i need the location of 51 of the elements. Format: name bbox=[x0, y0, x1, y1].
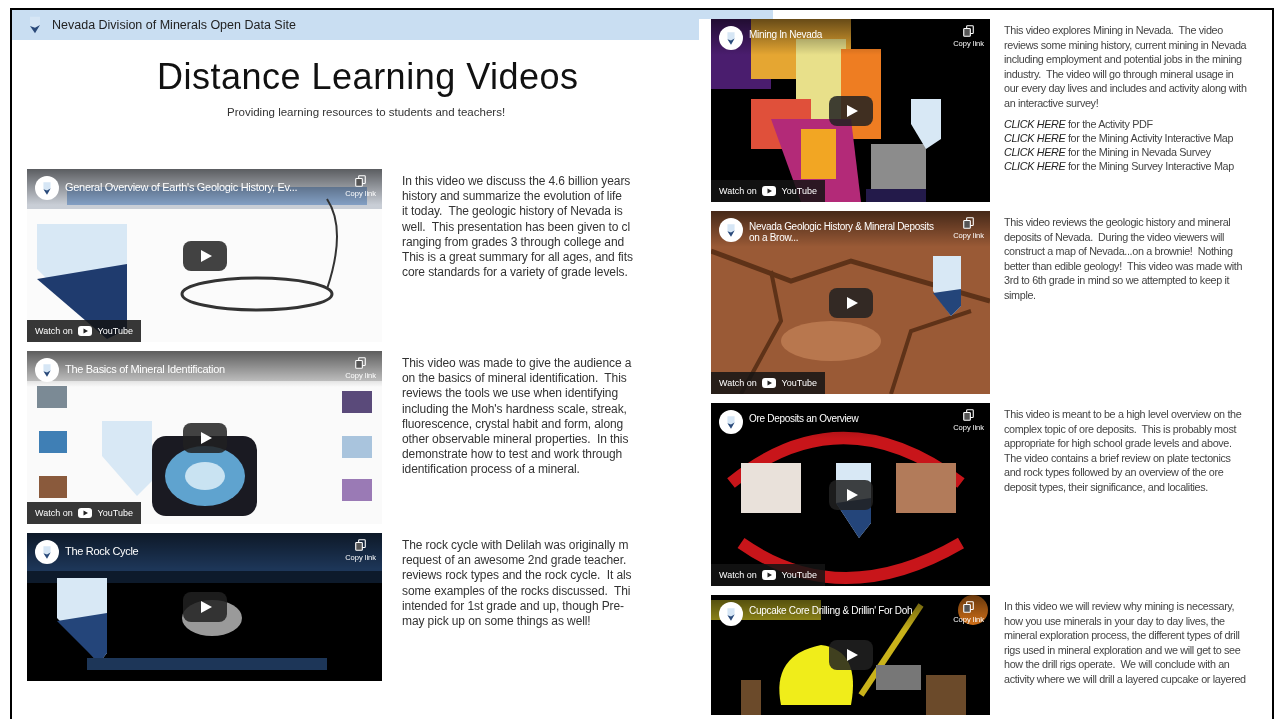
video-title[interactable]: General Overview of Earth's Geologic History, Ev... bbox=[65, 181, 298, 193]
link-description: for the Mining Activity Interactive Map bbox=[1066, 131, 1234, 144]
watch-on-youtube-button[interactable]: Watch on YouTube bbox=[711, 180, 825, 202]
play-logo-icon bbox=[78, 326, 93, 336]
page-subtitle: Providing learning resources to students and teachers! bbox=[227, 106, 507, 118]
shield-logo-icon bbox=[28, 15, 42, 35]
shield-logo-icon bbox=[42, 362, 52, 378]
link-description: for the Mining in Nevada Survey bbox=[1066, 146, 1211, 159]
video-title[interactable]: Mining In Nevada bbox=[749, 29, 823, 40]
copy-icon bbox=[355, 357, 367, 369]
video-description: In this video we will review why mining is necessary, how you use minerals in your day to day lives, the mineral exploration process, the different types of drill rigs used in mineral exploration and we will get to see how the drill rigs operate. We will conclude with an activity where we will drill a layered cupcake or layered bbox=[1004, 599, 1246, 687]
page-title: Distance Learning Videos bbox=[157, 56, 580, 98]
video-description: This video explores Mining in Nevada. The video reviews some mining history, current mining in Nevada including employment and potential jobs in the mining industry. The video will go through mineral usage in our every day lives and includes and activity along with an interactive survey! bbox=[1004, 23, 1247, 111]
copy-icon bbox=[963, 25, 975, 37]
copy-icon bbox=[355, 539, 367, 551]
copy-icon bbox=[963, 601, 975, 613]
click-here-link[interactable]: CLICK HERE bbox=[1004, 131, 1066, 144]
copy-icon bbox=[963, 409, 975, 421]
video-title[interactable]: The Rock Cycle bbox=[65, 545, 139, 557]
click-here-link[interactable]: CLICK HERE bbox=[1004, 117, 1066, 130]
shield-logo-icon bbox=[726, 606, 736, 622]
shield-logo-icon bbox=[726, 222, 736, 238]
shield-logo-icon bbox=[42, 544, 52, 560]
video-description: This video reviews the geologic history and mineral deposits of Nevada. During the video viewers will construct a map of Nevada...on a brownie! Nothing better than edible geology! This video was made with 3rd to 6th grade in mind so we attempted to keep it simple. bbox=[1004, 215, 1243, 303]
watch-on-youtube-button[interactable]: Watch on YouTube bbox=[27, 320, 141, 342]
shield-logo-icon bbox=[42, 180, 52, 196]
link-description: for the Mining Survey Interactive Map bbox=[1066, 160, 1234, 173]
link-description: for the Activity PDF bbox=[1066, 117, 1153, 130]
watch-on-youtube-button[interactable]: Watch on YouTube bbox=[711, 564, 825, 586]
site-title[interactable]: Nevada Division of Minerals Open Data Site bbox=[52, 18, 296, 32]
click-here-link[interactable]: CLICK HERE bbox=[1004, 146, 1066, 159]
video-title[interactable]: Ore Deposits an Overview bbox=[749, 413, 859, 424]
play-logo-icon bbox=[762, 186, 777, 196]
play-button-icon bbox=[828, 640, 873, 670]
video-title[interactable]: Cupcake Core Drilling & Drillin' For Doh bbox=[749, 605, 913, 616]
video-description: This video is meant to be a high level overview on the complex topic of ore deposits. This is probably most appropriate for high school grade levels and above. The video contains a brief review on plate tectonics and rock types followed by an overview of the ore deposit types, their significance, and localities. bbox=[1004, 407, 1242, 495]
shield-logo-icon bbox=[726, 30, 736, 46]
play-button-icon bbox=[182, 592, 227, 622]
copy-icon bbox=[963, 217, 975, 229]
copy-icon bbox=[355, 175, 367, 187]
watch-on-youtube-button[interactable]: Watch on YouTube bbox=[27, 502, 141, 524]
video-description: This video was made to give the audience a on the basics of mineral identification. This reviews the tools we use when identifying including the Moh's hardness scale, streak, fluorescence, crystal habit and form, along other observable mineral properties. In this demonstrate how to test and work through identification process of a mineral. bbox=[402, 356, 632, 479]
video-title[interactable]: Nevada Geologic History & Mineral Deposits on a Brow... bbox=[749, 221, 944, 243]
click-here-link[interactable]: CLICK HERE bbox=[1004, 160, 1066, 173]
shield-logo-icon bbox=[726, 414, 736, 430]
play-logo-icon bbox=[762, 570, 777, 580]
play-logo-icon bbox=[762, 378, 777, 388]
watch-on-youtube-button[interactable]: Watch on YouTube bbox=[711, 372, 825, 394]
play-logo-icon bbox=[78, 508, 93, 518]
video-description: The rock cycle with Delilah was originally m request of an awesome 2nd grade teacher. reviews rock types and the rock cycle. It als some examples of the rocks discussed. Thi intended for 1st grade and up, though Pre- may pick up on some things as well! bbox=[402, 538, 632, 630]
video-description: In this video we discuss the 4.6 billion years history and summarize the evolution of life it today. The geologic history of Nevada is well. This presentation has been given to cl ranging from grades 3 through college and This is a great summary for all ages, and fits core standards for a variety of grade levels. bbox=[402, 174, 633, 282]
